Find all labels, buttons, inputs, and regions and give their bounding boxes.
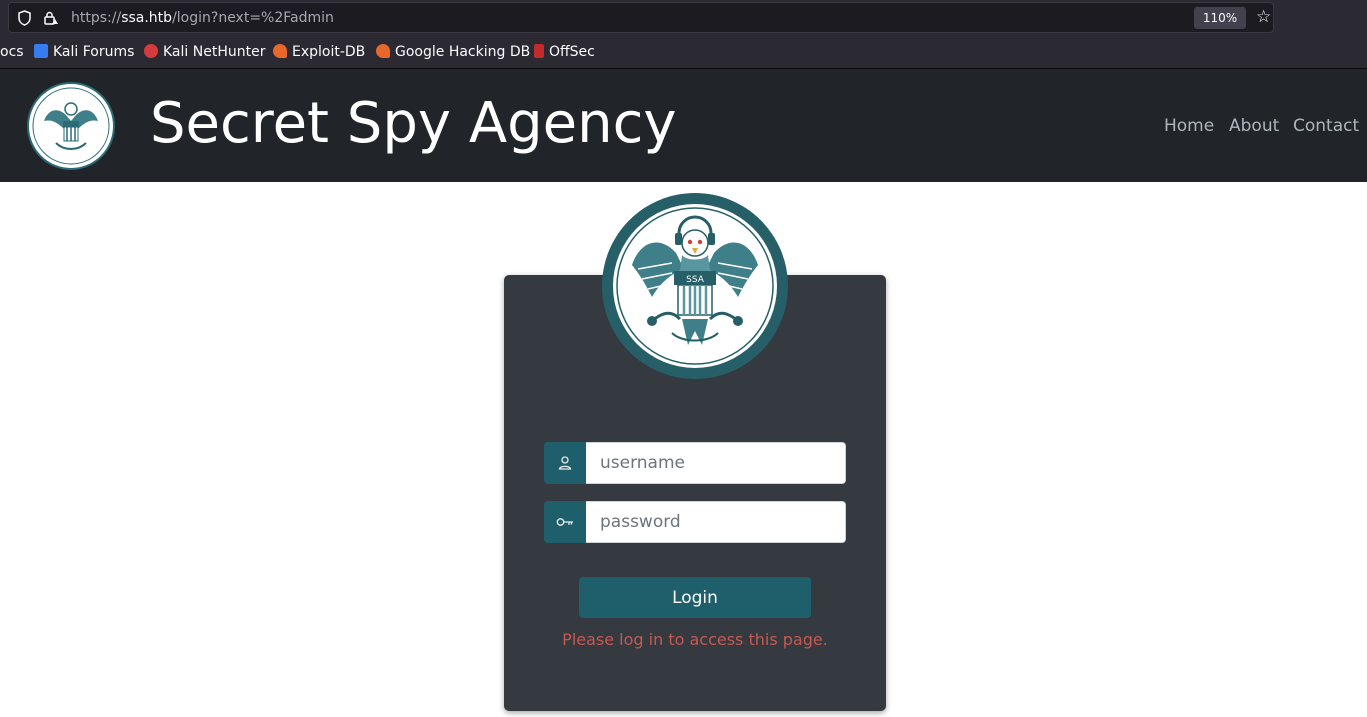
key-icon (544, 501, 586, 543)
site-title[interactable]: Secret Spy Agency (150, 88, 677, 160)
flash-message: Please log in to access this page. (562, 630, 828, 649)
nav-about[interactable]: About (1229, 116, 1279, 136)
seal-ssa-label: SSA (686, 275, 705, 285)
password-input[interactable] (586, 501, 846, 543)
url-path: /login?next=%2Fadmin (172, 10, 334, 26)
username-group (544, 442, 846, 484)
lock-icon[interactable] (43, 10, 59, 30)
zoom-indicator[interactable]: 110% (1194, 7, 1246, 29)
bookmark-offsec[interactable]: OffSec (534, 44, 595, 60)
user-icon (544, 442, 586, 484)
ghdb-icon (376, 44, 390, 58)
bookmark-exploit-db[interactable]: Exploit-DB (273, 44, 365, 60)
username-input[interactable] (586, 442, 846, 484)
shield-icon[interactable] (17, 10, 32, 30)
kali-forums-icon (34, 44, 48, 58)
browser-toolbar: https://ssa.htb/login?next=%2Fadmin 110%… (0, 0, 1367, 36)
ssa-seal-avatar-icon: SSA (602, 193, 788, 379)
address-bar[interactable]: https://ssa.htb/login?next=%2Fadmin 110%… (8, 2, 1274, 33)
password-group (544, 501, 846, 543)
bookmark-google-hacking-db[interactable]: Google Hacking DB (376, 44, 530, 60)
bookmark-star-icon[interactable]: ☆ (1256, 8, 1271, 26)
bookmark-docs[interactable]: ocs (0, 44, 24, 60)
url-prefix: https:// (71, 10, 122, 26)
nav-home[interactable]: Home (1164, 116, 1214, 136)
exploit-db-icon (273, 44, 287, 58)
bookmarks-bar: ocs Kali Forums Kali NetHunter Exploit-D… (0, 36, 1367, 69)
kali-nethunter-icon (144, 44, 158, 58)
bookmark-kali-nethunter[interactable]: Kali NetHunter (144, 44, 265, 60)
login-button[interactable]: Login (579, 577, 811, 618)
url-text[interactable]: https://ssa.htb/login?next=%2Fadmin (71, 10, 334, 26)
offsec-icon (534, 44, 544, 58)
url-host: ssa.htb (121, 10, 173, 26)
bookmark-kali-forums[interactable]: Kali Forums (34, 44, 134, 60)
nav-contact[interactable]: Contact (1293, 116, 1359, 136)
ssa-seal-logo-icon[interactable] (26, 81, 116, 171)
